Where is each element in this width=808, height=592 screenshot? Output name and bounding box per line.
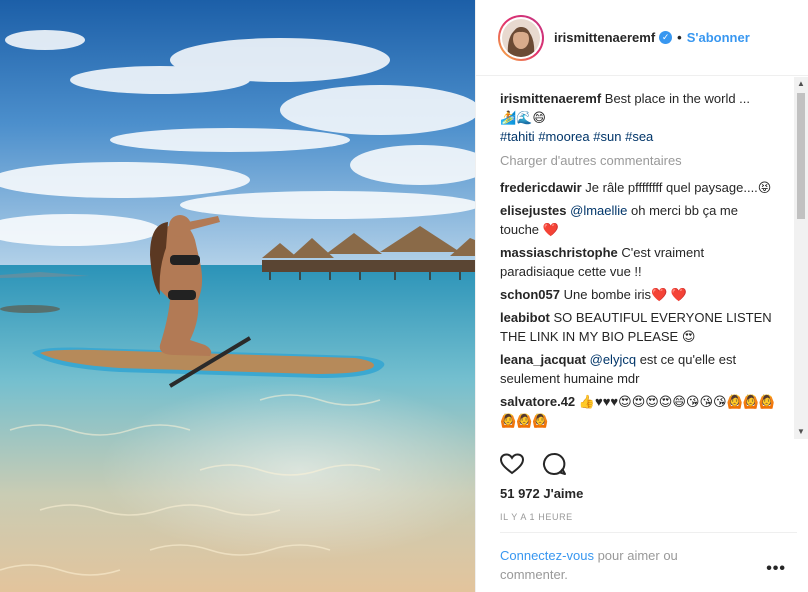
- header-separator: •: [677, 30, 682, 45]
- caption: irismittenaeremf Best place in the world…: [500, 89, 780, 146]
- scroll-down-arrow-icon[interactable]: ▼: [794, 425, 808, 439]
- comment-text: Je râle pffffffff quel paysage....😝: [585, 180, 772, 195]
- post-viewer: irismittenaeremf ✓ • S'abonner irismitte…: [0, 0, 808, 592]
- comment-icon[interactable]: [540, 450, 568, 478]
- comments-scrollbar[interactable]: ▲ ▼: [794, 77, 808, 439]
- heart-icon[interactable]: [498, 450, 526, 478]
- comment-username[interactable]: salvatore.42: [500, 394, 575, 409]
- comment-item: leana_jacquat @elyjcq est ce qu'elle est…: [500, 350, 780, 388]
- comment-mention[interactable]: @lmaellie: [570, 203, 627, 218]
- comment-username[interactable]: massiaschristophe: [500, 245, 618, 260]
- comment-item: fredericdawir Je râle pffffffff quel pay…: [500, 178, 780, 197]
- comment-text: Une bombe iris❤️ ❤️: [563, 287, 688, 302]
- caption-text: Best place in the world ...: [604, 91, 751, 106]
- scroll-up-arrow-icon[interactable]: ▲: [794, 77, 808, 91]
- comment-item: leabibot SO BEAUTIFUL EVERYONE LISTEN TH…: [500, 308, 780, 346]
- comments-list[interactable]: irismittenaeremf Best place in the world…: [476, 77, 796, 439]
- comment-mention[interactable]: @elyjcq: [590, 352, 636, 367]
- comment-username[interactable]: fredericdawir: [500, 180, 582, 195]
- caption-username[interactable]: irismittenaeremf: [500, 91, 601, 106]
- verified-badge-icon: ✓: [659, 31, 673, 44]
- hashtag-link[interactable]: #moorea: [538, 129, 589, 144]
- comment-username[interactable]: leabibot: [500, 310, 550, 325]
- hashtag-link[interactable]: #sun: [593, 129, 621, 144]
- beach-photo-illustration: [0, 0, 475, 592]
- post-header: irismittenaeremf ✓ • S'abonner: [476, 0, 808, 76]
- post-photo[interactable]: [0, 0, 475, 592]
- follow-button[interactable]: S'abonner: [687, 30, 750, 45]
- scrollbar-thumb[interactable]: [797, 93, 805, 219]
- hashtag-link[interactable]: #sea: [625, 129, 653, 144]
- comment-username[interactable]: elisejustes: [500, 203, 567, 218]
- comment-item: massiaschristophe C'est vraiment paradis…: [500, 243, 780, 281]
- action-bar: [498, 450, 568, 478]
- avatar[interactable]: [498, 14, 544, 61]
- comment-item: elisejustes @lmaellie oh merci bb ça me …: [500, 201, 780, 239]
- load-more-comments-button[interactable]: Charger d'autres commentaires: [500, 152, 796, 170]
- login-link[interactable]: Connectez-vous: [500, 548, 594, 563]
- comment-item: schon057 Une bombe iris❤️ ❤️: [500, 285, 780, 304]
- avatar-image: [502, 18, 540, 57]
- comment-item: salvatore.42 👍♥♥♥😍😍😍😍😄😘😘😘🙆🙆🙆🙆🙆🙆: [500, 392, 780, 430]
- hashtag-link[interactable]: #tahiti: [500, 129, 535, 144]
- likes-count[interactable]: 51 972 J'aime: [500, 486, 583, 501]
- comment-username[interactable]: schon057: [500, 287, 560, 302]
- login-prompt: Connectez-vous pour aimer ou commenter.: [500, 546, 730, 584]
- divider: [500, 532, 797, 533]
- post-timestamp: IL Y A 1 HEURE: [500, 512, 573, 522]
- more-options-icon[interactable]: •••: [766, 560, 786, 578]
- post-sidebar: irismittenaeremf ✓ • S'abonner irismitte…: [475, 0, 808, 592]
- caption-emojis: 🏄🌊😄: [500, 110, 546, 125]
- header-username[interactable]: irismittenaeremf: [554, 30, 655, 45]
- comment-username[interactable]: leana_jacquat: [500, 352, 586, 367]
